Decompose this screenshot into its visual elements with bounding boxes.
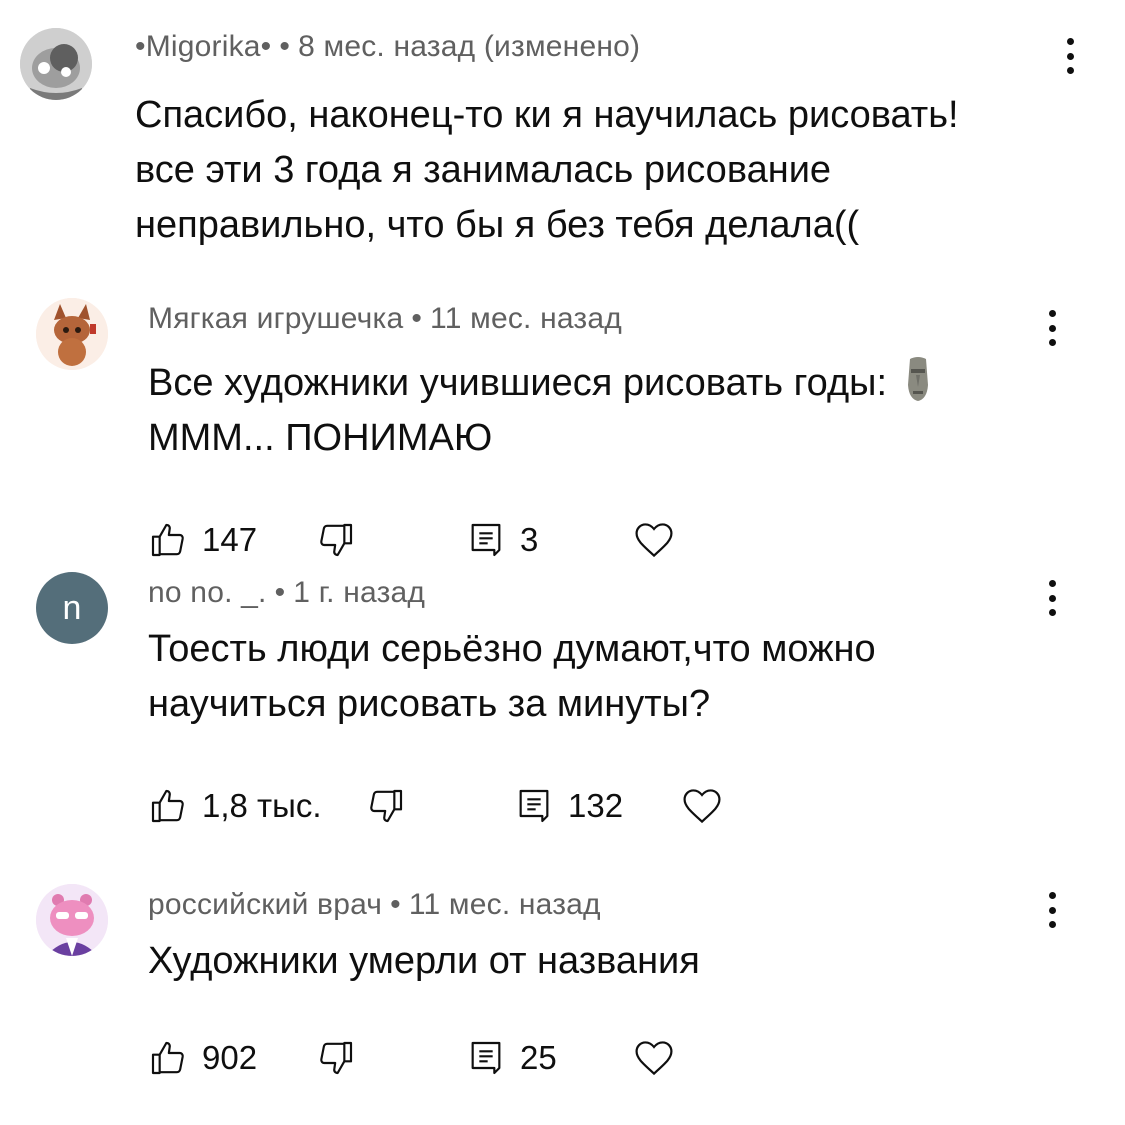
thumb-up-icon bbox=[151, 1041, 184, 1075]
timestamp: 8 мес. назад (изменено) bbox=[298, 30, 641, 63]
meta-separator: • bbox=[390, 888, 401, 921]
comment: Мягкая игрушечка • 11 мес. назад Все худож… bbox=[0, 290, 1125, 570]
heart-icon bbox=[635, 523, 673, 558]
author-name[interactable]: российский врач bbox=[148, 888, 382, 921]
thumb-down-icon bbox=[320, 1041, 353, 1075]
comment: •Migorika• • 8 мес. назад (изменено) Спаси… bbox=[0, 0, 1125, 290]
more-vert-icon[interactable] bbox=[1040, 576, 1064, 620]
heart-button[interactable] bbox=[632, 518, 676, 562]
comment-text: Все художники учившиеся рисовать годы: М… bbox=[148, 356, 1108, 466]
author-name[interactable]: Мягкая игрушечка bbox=[148, 302, 403, 335]
thumb-down-icon bbox=[370, 789, 403, 823]
comment: n no no. _. • 1 г. назад Тоесть люди серьё… bbox=[0, 570, 1125, 870]
like-button[interactable]: 147 bbox=[148, 518, 257, 562]
reply-icon bbox=[471, 523, 501, 557]
avatar[interactable] bbox=[36, 298, 108, 370]
thumb-down-icon bbox=[320, 523, 353, 557]
comment-text: Художники умерли от названия bbox=[148, 940, 700, 982]
like-count: 147 bbox=[202, 521, 258, 558]
avatar-image-pink-character bbox=[36, 884, 108, 956]
meta-separator: • bbox=[411, 302, 423, 335]
dislike-button[interactable] bbox=[366, 784, 406, 828]
meta-separator: • bbox=[274, 576, 286, 609]
reply-button[interactable]: 132 bbox=[514, 784, 623, 828]
reply-icon bbox=[471, 1041, 501, 1075]
comment-meta: •Migorika• • 8 мес. назад (изменено) bbox=[135, 30, 640, 64]
comment-text: Тоесть люди серьёзно думают,что можно на… bbox=[148, 628, 876, 725]
reply-button[interactable]: 3 bbox=[466, 518, 538, 562]
reply-count: 3 bbox=[520, 521, 539, 558]
timestamp: 1 г. назад bbox=[293, 576, 426, 609]
heart-icon bbox=[635, 1041, 673, 1076]
comment-text: Спасибо, наконец-то ки я научилась рисов… bbox=[135, 94, 959, 246]
comment-actions: 147 3 bbox=[148, 518, 708, 562]
like-count: 1,8 тыс. bbox=[202, 787, 322, 824]
more-vert-icon[interactable] bbox=[1058, 34, 1082, 78]
author-name[interactable]: •Migorika• bbox=[135, 30, 271, 63]
avatar-image-brown-creature bbox=[36, 298, 108, 370]
comment-meta: Мягкая игрушечка • 11 мес. назад bbox=[148, 302, 622, 336]
meta-separator: • bbox=[279, 30, 291, 63]
avatar[interactable] bbox=[36, 884, 108, 956]
timestamp: 11 мес. назад bbox=[408, 888, 601, 921]
author-name[interactable]: no no. _. bbox=[148, 576, 267, 609]
heart-button[interactable] bbox=[680, 784, 724, 828]
avatar-image-grey-character bbox=[20, 28, 92, 100]
comment: российский врач • 11 мес. назад Художники … bbox=[0, 870, 1125, 1125]
thumb-up-icon bbox=[151, 523, 184, 557]
more-vert-icon[interactable] bbox=[1040, 306, 1064, 350]
like-button[interactable]: 902 bbox=[148, 1036, 257, 1080]
comment-meta: российский врач • 11 мес. назад bbox=[148, 888, 601, 922]
timestamp: 11 мес. назад bbox=[430, 302, 622, 335]
comment-text-line: МММ... ПОНИМАЮ bbox=[148, 417, 493, 459]
heart-icon bbox=[683, 789, 721, 824]
like-button[interactable]: 1,8 тыс. bbox=[148, 784, 322, 828]
moai-emoji bbox=[908, 356, 928, 401]
reply-count: 25 bbox=[520, 1039, 557, 1076]
more-vert-icon[interactable] bbox=[1040, 888, 1064, 932]
heart-button[interactable] bbox=[632, 1036, 676, 1080]
comment-actions: 902 25 bbox=[148, 1036, 708, 1080]
avatar-letter: n bbox=[62, 588, 82, 627]
thumb-up-icon bbox=[151, 789, 184, 823]
dislike-button[interactable] bbox=[316, 518, 356, 562]
comment-actions: 1,8 тыс. 132 bbox=[148, 784, 748, 828]
avatar[interactable]: n bbox=[36, 572, 108, 644]
avatar[interactable] bbox=[20, 28, 92, 100]
reply-count: 132 bbox=[568, 787, 624, 824]
comment-meta: no no. _. • 1 г. назад bbox=[148, 576, 425, 610]
comment-text-line: Все художники учившиеся рисовать годы: bbox=[148, 362, 887, 404]
like-count: 902 bbox=[202, 1039, 258, 1076]
reply-button[interactable]: 25 bbox=[466, 1036, 557, 1080]
dislike-button[interactable] bbox=[316, 1036, 356, 1080]
reply-icon bbox=[519, 789, 549, 823]
